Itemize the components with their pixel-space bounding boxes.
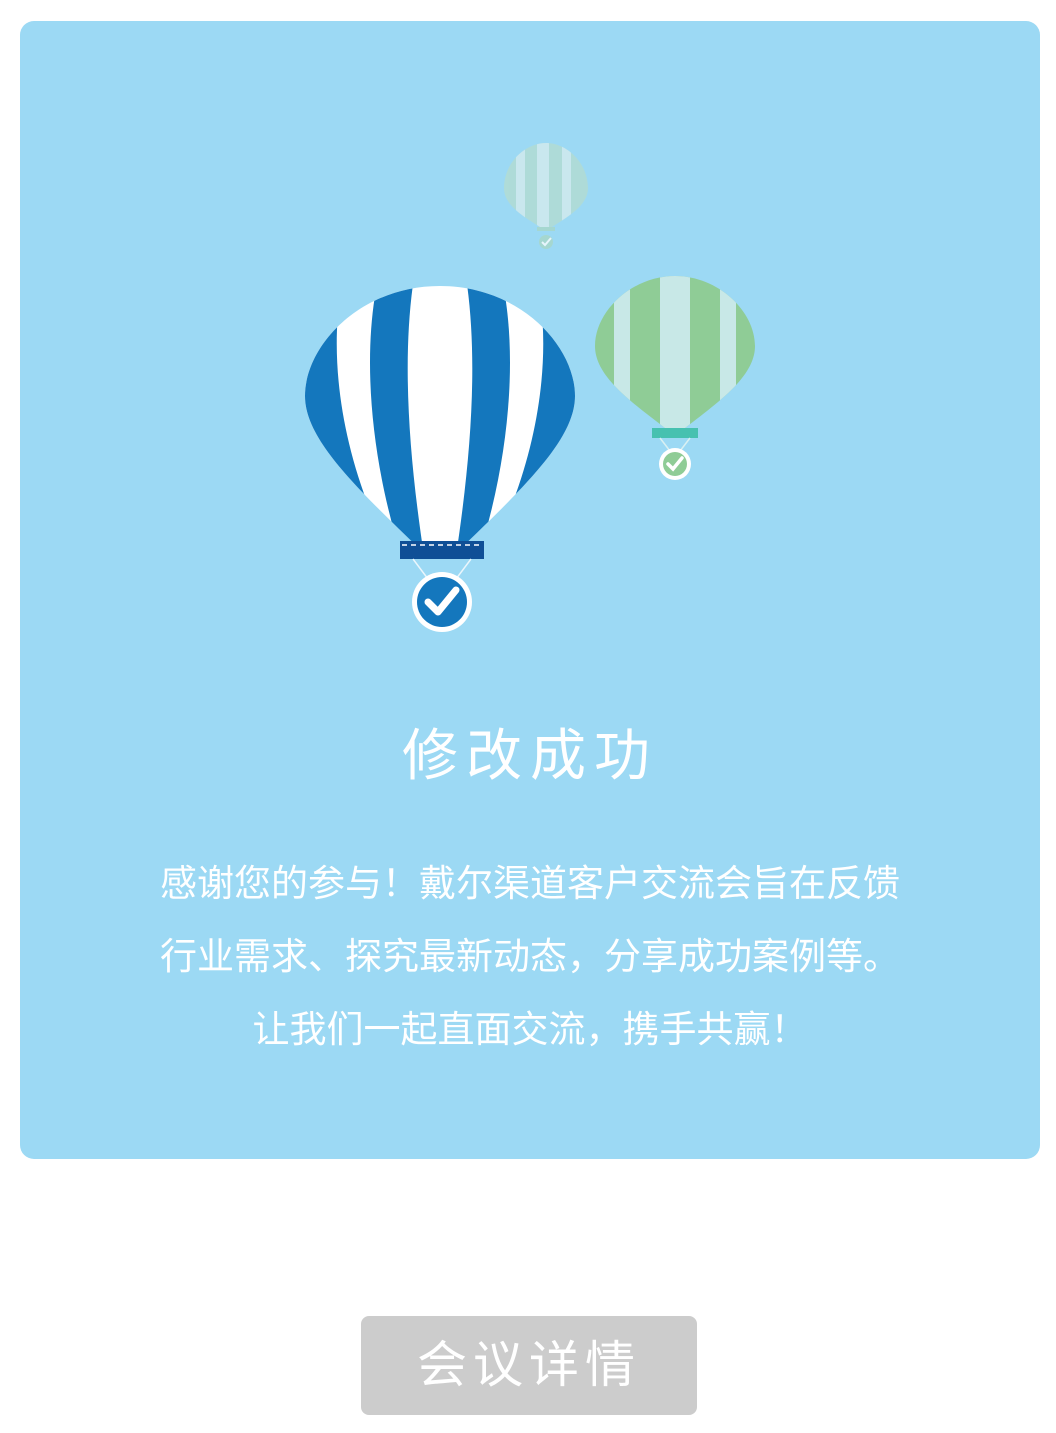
success-card: 修改成功 感谢您的参与！戴尔渠道客户交流会旨在反馈 行业需求、探究最新动态，分享… [20, 21, 1040, 1159]
check-circle-icon [539, 235, 553, 249]
message-line: 让我们一起直面交流，携手共赢！ [252, 1008, 808, 1051]
small-balloon-icon [504, 143, 588, 249]
green-balloon-icon [595, 276, 755, 480]
message-line: 行业需求、探究最新动态，分享成功案例等。 [160, 935, 900, 978]
balloons-illustration [305, 143, 755, 632]
message-line: 感谢您的参与！戴尔渠道客户交流会旨在反馈 [160, 862, 900, 905]
meeting-details-button[interactable]: 会议详情 [361, 1316, 697, 1415]
success-message: 感谢您的参与！戴尔渠道客户交流会旨在反馈 行业需求、探究最新动态，分享成功案例等… [80, 847, 980, 1066]
success-title: 修改成功 [402, 724, 658, 789]
blue-balloon-icon [305, 286, 575, 632]
